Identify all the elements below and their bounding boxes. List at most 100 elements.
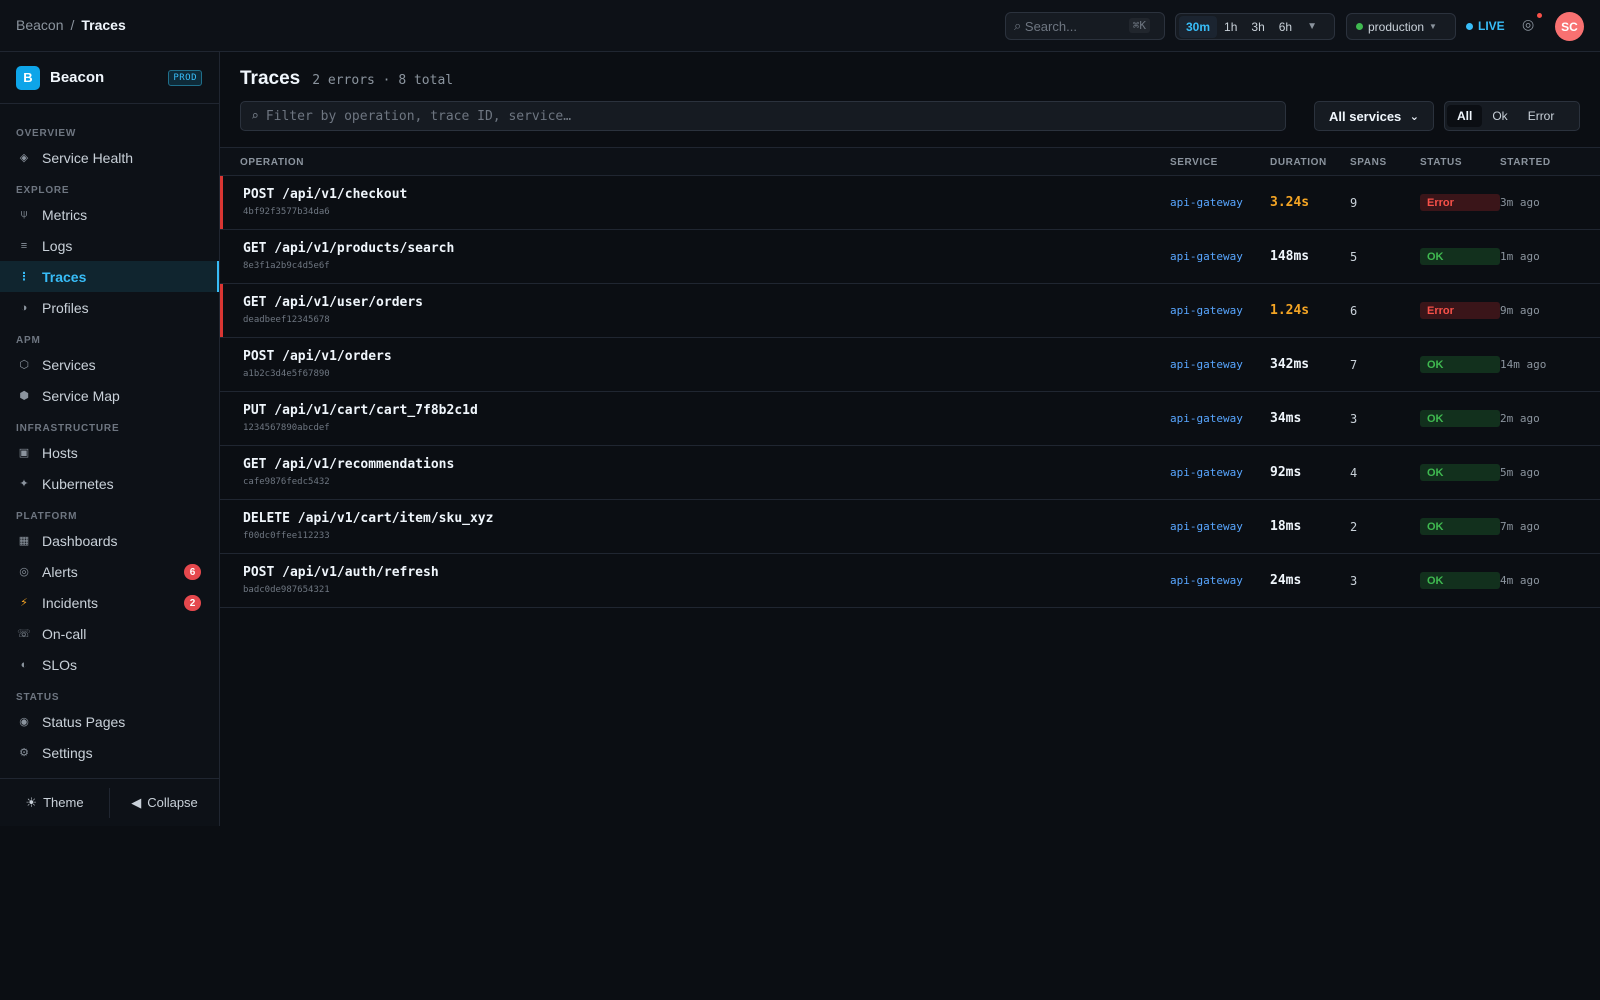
sidebar-item-profiles[interactable]: ◑ Profiles [0,292,219,323]
duration-value: 3.24s [1270,195,1310,210]
table-row[interactable]: GET /api/v1/user/orders deadbeef12345678 a… [220,284,1600,338]
column-started[interactable]: STARTED [1500,157,1551,168]
status-pages-icon: ◉ [19,716,29,728]
service-link[interactable]: api-gateway [1170,466,1243,479]
nav-section-platform: PLATFORM [16,511,78,522]
sidebar-item-label: Profiles [42,299,89,316]
operation-name: PUT /api/v1/cart/cart_7f8b2c1d [243,403,478,418]
status-filter-all[interactable]: All [1447,105,1483,127]
started-time: 3m ago [1500,196,1540,209]
service-link[interactable]: api-gateway [1170,574,1243,587]
sidebar-item-dashboards[interactable]: ▦ Dashboards [0,525,219,556]
column-status[interactable]: STATUS [1420,157,1462,168]
status-filter-ok[interactable]: Ok [1482,105,1517,127]
table-row[interactable]: DELETE /api/v1/cart/item/sku_xyz f00dc0ff… [220,500,1600,554]
theme-button[interactable]: ☀ Theme [0,779,109,826]
spans-count: 5 [1350,250,1358,264]
column-service[interactable]: SERVICE [1170,157,1218,168]
sidebar-item-incidents[interactable]: ⚡ Incidents 2 [0,587,219,618]
sidebar-item-slos[interactable]: ◐ SLOs [0,649,219,680]
profiles-icon: ◑ [20,301,28,314]
duration-value: 148ms [1270,249,1310,264]
sidebar-item-label: Metrics [42,206,88,223]
service-link[interactable]: api-gateway [1170,358,1243,371]
chevron-down-icon[interactable]: ▼ [1307,21,1317,32]
breadcrumb-current: Traces [81,17,126,33]
service-link[interactable]: api-gateway [1170,520,1243,533]
environment-select[interactable]: production ▼ [1346,13,1456,40]
status-filter: All Ok Error [1444,101,1580,131]
brand-logo[interactable]: B [16,65,40,90]
service-select[interactable]: All services ⌄ [1314,101,1434,131]
sidebar-item-label: On-call [42,625,87,642]
table-row[interactable]: GET /api/v1/products/search 8e3f1a2b9c4d5… [220,230,1600,284]
metrics-icon: ⍦ [20,208,28,220]
service-link[interactable]: api-gateway [1170,304,1243,317]
service-link[interactable]: api-gateway [1170,250,1243,263]
breadcrumb: Beacon / Traces [16,17,126,33]
live-indicator[interactable]: LIVE [1466,19,1505,33]
sidebar-item-label: Settings [42,744,93,761]
nav-section-infrastructure: INFRASTRUCTURE [16,423,120,434]
sidebar-item-status-pages[interactable]: ◉ Status Pages [0,706,219,737]
sidebar-item-metrics[interactable]: ⍦ Metrics [0,199,219,230]
column-spans[interactable]: SPANS [1350,157,1387,168]
time-range-6h[interactable]: 6h [1272,16,1299,38]
sidebar-item-settings[interactable]: ⚙ Settings [0,737,219,768]
sidebar-item-on-call[interactable]: ☏ On-call [0,618,219,649]
spans-count: 6 [1350,304,1358,318]
trace-id: a1b2c3d4e5f67890 [243,369,330,379]
logs-icon: ≡ [20,239,28,252]
notifications-icon[interactable]: ◎ [1522,13,1542,32]
sun-icon: ☀ [25,794,38,810]
table-row[interactable]: GET /api/v1/recommendations cafe9876fedc5… [220,446,1600,500]
status-filter-error[interactable]: Error [1518,105,1565,127]
service-link[interactable]: api-gateway [1170,412,1243,425]
table-row[interactable]: PUT /api/v1/cart/cart_7f8b2c1d 1234567890… [220,392,1600,446]
search-placeholder: Search... [1024,18,1077,34]
nav-section-apm: APM [16,335,41,346]
avatar[interactable]: SC [1555,12,1584,41]
sidebar-footer: ☀ Theme ◀ Collapse [0,778,219,826]
pulse-icon: ◈ [19,152,29,164]
sidebar-item-kubernetes[interactable]: ✦ Kubernetes [0,468,219,499]
time-range-3h[interactable]: 3h [1244,16,1271,38]
time-range-selector: 30m 1h 3h 6h ▼ [1175,13,1335,40]
started-time: 9m ago [1500,304,1540,317]
table-row[interactable]: POST /api/v1/auth/refresh badc0de98765432… [220,554,1600,608]
operation-name: DELETE /api/v1/cart/item/sku_xyz [243,511,494,526]
sidebar-item-label: Alerts [42,563,78,580]
column-operation[interactable]: OPERATION [240,157,304,168]
trace-id: 8e3f1a2b9c4d5e6f [243,261,330,271]
sidebar-item-label: Kubernetes [42,475,114,492]
sidebar: B Beacon PROD OVERVIEW ◈ Service Health E… [0,52,220,826]
table-row[interactable]: POST /api/v1/checkout 4bf92f3577b34da6 api… [220,176,1600,230]
collapse-button[interactable]: ◀ Collapse [110,779,219,826]
breadcrumb-separator: / [70,17,75,33]
slos-icon: ◐ [20,658,28,671]
started-time: 7m ago [1500,520,1540,533]
collapse-label: Collapse [147,795,198,810]
sidebar-item-hosts[interactable]: ▣ Hosts [0,437,219,468]
page-title: Traces [240,68,301,89]
table-row[interactable]: POST /api/v1/orders a1b2c3d4e5f67890 api-g… [220,338,1600,392]
service-link[interactable]: api-gateway [1170,196,1243,209]
sidebar-item-service-health[interactable]: ◈ Service Health [0,142,219,173]
breadcrumb-root[interactable]: Beacon [16,17,63,33]
chevron-down-icon: ▼ [1429,22,1437,31]
sidebar-item-logs[interactable]: ≡ Logs [0,230,219,261]
sidebar-item-services[interactable]: ⬡ Services [0,349,219,380]
global-search-input[interactable]: ⌕ Search... ⌘K [1005,12,1165,40]
sidebar-item-traces[interactable]: ⋮ Traces [0,261,219,292]
sidebar-item-service-map[interactable]: ⬢ Service Map [0,380,219,411]
trace-filter-input[interactable]: ⌕ Filter by operation, trace ID, service… [240,101,1286,131]
status-badge: Error [1420,194,1500,211]
sidebar-item-alerts[interactable]: ◎ Alerts 6 [0,556,219,587]
nav-section-status: STATUS [16,692,60,703]
time-range-1h[interactable]: 1h [1217,16,1244,38]
sidebar-nav: OVERVIEW ◈ Service Health EXPLORE ⍦ Metric… [0,104,219,768]
status-badge: OK [1420,572,1500,589]
time-range-30m[interactable]: 30m [1179,15,1218,38]
column-duration[interactable]: DURATION [1270,157,1327,168]
sidebar-item-label: SLOs [42,656,78,673]
